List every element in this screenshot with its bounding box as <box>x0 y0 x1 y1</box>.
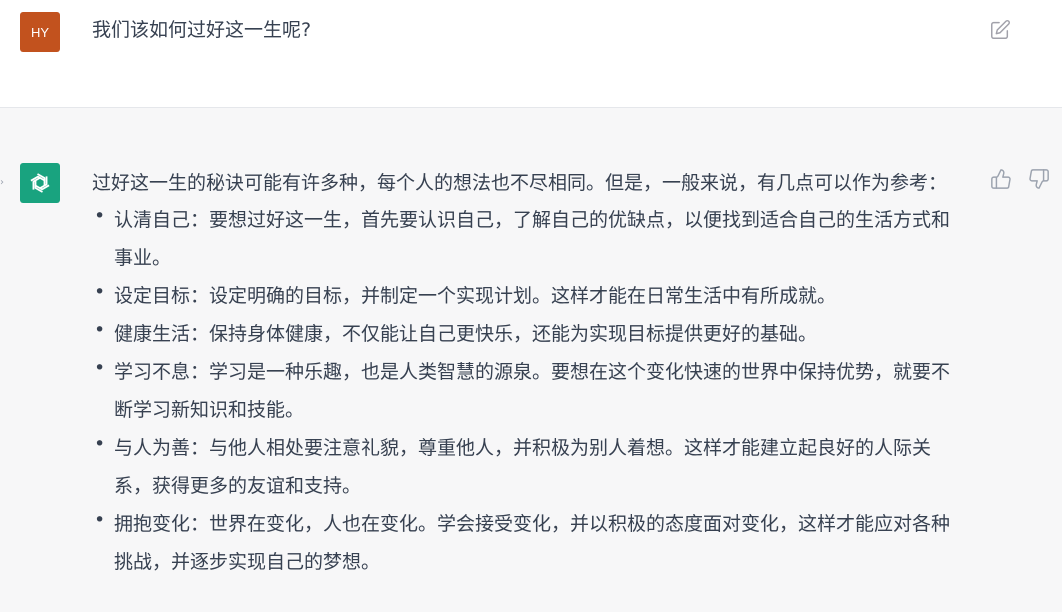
thumbs-up-button[interactable] <box>990 168 1012 190</box>
list-item: • 健康生活：保持身体健康，不仅能让自己更快乐，还能为实现目标提供更好的基础。 <box>92 315 962 353</box>
user-message-row: HY 我们该如何过好这一生呢? <box>0 0 1062 108</box>
list-item-text: 与人为善：与他人相处要注意礼貌，尊重他人，并积极为别人着想。这样才能建立起良好的… <box>114 437 932 497</box>
bullet-icon: • <box>94 281 106 303</box>
bullet-icon: • <box>94 509 106 531</box>
list-item: • 认清自己：要想过好这一生，首先要认识自己，了解自己的优缺点，以便找到适合自己… <box>92 201 962 277</box>
advice-list: • 认清自己：要想过好这一生，首先要认识自己，了解自己的优缺点，以便找到适合自己… <box>92 201 962 581</box>
bullet-icon: • <box>94 357 106 379</box>
user-message-text: 我们该如何过好这一生呢? <box>92 19 312 41</box>
list-item: • 拥抱变化：世界在变化，人也在变化。学会接受变化，并以积极的态度面对变化，这样… <box>92 505 962 581</box>
bullet-icon: • <box>94 205 106 227</box>
assistant-message-row: › 过好这一生的秘诀可能有许多种，每个人的想法也不尽相同。但是，一般来说，有几点… <box>0 108 1062 612</box>
assistant-avatar <box>20 163 60 203</box>
thumbs-down-button[interactable] <box>1028 168 1050 190</box>
bullet-icon: • <box>94 319 106 341</box>
list-item-text: 学习不息：学习是一种乐趣，也是人类智慧的源泉。要想在这个变化快速的世界中保持优势… <box>114 361 951 421</box>
user-avatar: HY <box>20 12 60 52</box>
list-item-text: 拥抱变化：世界在变化，人也在变化。学会接受变化，并以积极的态度面对变化，这样才能… <box>114 513 951 573</box>
assistant-message-content: 过好这一生的秘诀可能有许多种，每个人的想法也不尽相同。但是，一般来说，有几点可以… <box>92 165 962 581</box>
assistant-intro-text: 过好这一生的秘诀可能有许多种，每个人的想法也不尽相同。但是，一般来说，有几点可以… <box>92 172 948 194</box>
user-avatar-initials: HY <box>30 24 50 40</box>
thumbs-down-icon <box>1029 169 1049 189</box>
left-edge-marker: › <box>0 177 4 188</box>
bullet-icon: • <box>94 433 106 455</box>
list-item: • 学习不息：学习是一种乐趣，也是人类智慧的源泉。要想在这个变化快速的世界中保持… <box>92 353 962 429</box>
list-item-text: 健康生活：保持身体健康，不仅能让自己更快乐，还能为实现目标提供更好的基础。 <box>114 323 818 345</box>
list-item: • 设定目标：设定明确的目标，并制定一个实现计划。这样才能在日常生活中有所成就。 <box>92 277 962 315</box>
edit-icon <box>991 20 1010 39</box>
list-item-text: 认清自己：要想过好这一生，首先要认识自己，了解自己的优缺点，以便找到适合自己的生… <box>114 209 951 269</box>
list-item: • 与人为善：与他人相处要注意礼貌，尊重他人，并积极为别人着想。这样才能建立起良… <box>92 429 962 505</box>
openai-logo-icon <box>30 173 50 193</box>
list-item-text: 设定目标：设定明确的目标，并制定一个实现计划。这样才能在日常生活中有所成就。 <box>114 285 837 307</box>
thumbs-up-icon <box>991 169 1011 189</box>
edit-message-button[interactable] <box>989 19 1011 41</box>
